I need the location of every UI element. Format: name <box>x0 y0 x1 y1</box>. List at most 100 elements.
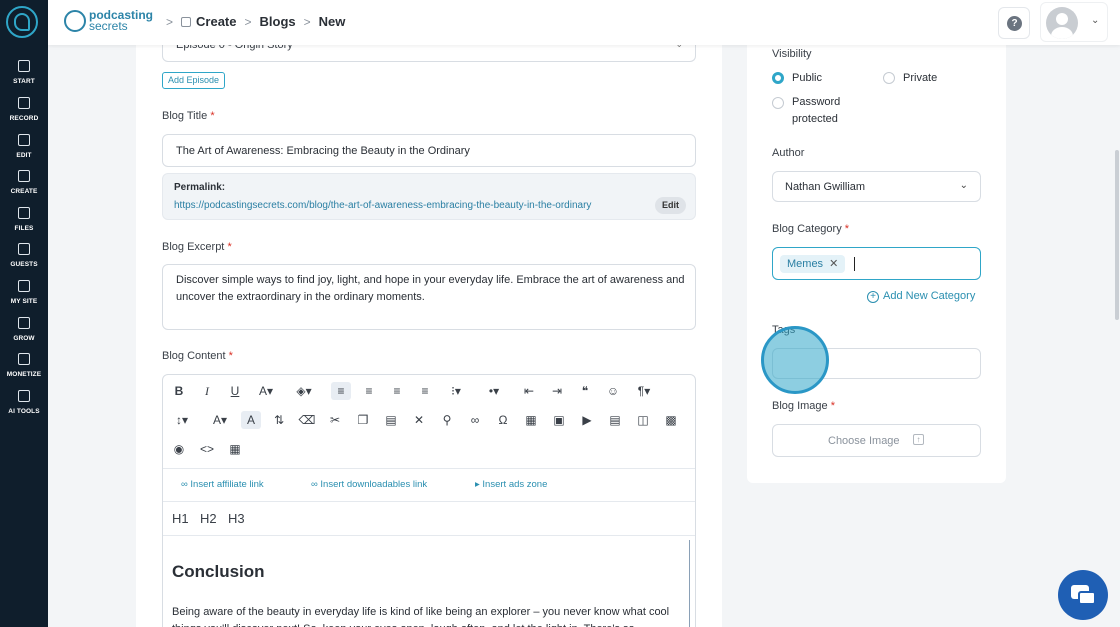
top-bar: podcasting secrets > Create > Blogs > Ne… <box>48 0 1120 45</box>
template-icon[interactable]: ◫ <box>633 411 653 429</box>
chevron-right-icon: > <box>303 14 311 29</box>
sidebar-item-monetize[interactable]: MONETIZE <box>0 353 48 383</box>
ai-tools-icon <box>18 390 30 402</box>
blog-excerpt-textarea[interactable]: Discover simple ways to find joy, light,… <box>162 264 696 330</box>
indent-icon[interactable]: ⇥ <box>547 382 567 400</box>
cut-icon[interactable]: ✂ <box>325 411 345 429</box>
breadcrumb-create[interactable]: Create <box>196 14 236 29</box>
select-all-icon[interactable]: ▦ <box>225 440 245 458</box>
paste-icon[interactable]: ▤ <box>381 411 401 429</box>
visibility-password-radio[interactable] <box>772 97 784 109</box>
align-center-icon[interactable]: ≡ <box>359 382 379 400</box>
italic-icon[interactable]: I <box>197 382 217 400</box>
emoji-icon[interactable]: ☺ <box>603 382 623 400</box>
visibility-password-label-1: Password <box>792 96 841 108</box>
align-right-icon[interactable]: ≡ <box>387 382 407 400</box>
chevron-down-icon: ⌄ <box>1091 15 1100 26</box>
create-icon <box>181 16 192 27</box>
visibility-private-label: Private <box>903 72 938 84</box>
heading-h3-button[interactable]: H3 <box>228 511 245 526</box>
quote-icon[interactable]: ❝ <box>575 382 595 400</box>
sidebar-item-label: MY SITE <box>10 298 38 305</box>
chat-widget-button[interactable] <box>1058 570 1108 620</box>
help-button[interactable]: ? <box>998 7 1030 39</box>
user-menu-button[interactable]: ⌄ <box>1040 2 1108 42</box>
blog-title-input[interactable]: The Art of Awareness: Embracing the Beau… <box>162 134 696 167</box>
align-justify-icon[interactable]: ≡ <box>415 382 435 400</box>
copy-icon[interactable]: ❐ <box>353 411 373 429</box>
file-icon[interactable]: ▤ <box>605 411 625 429</box>
grow-icon <box>18 317 30 329</box>
table-icon[interactable]: ▦ <box>521 411 541 429</box>
align-left-icon[interactable]: ≡ <box>331 382 351 400</box>
brand-logo[interactable]: podcasting secrets <box>63 7 163 37</box>
sidebar-item-my-site[interactable]: MY SITE <box>0 280 48 310</box>
outdent-icon[interactable]: ⇤ <box>519 382 539 400</box>
clear-format-icon[interactable]: A <box>241 411 261 429</box>
editor-toolbar-row-1: B I U A▾ ◈▾ ≡ ≡ ≡ ≡ ⁝▾ •▾ ⇤ ⇥ ❝ ☺ ¶▾ <box>163 377 695 405</box>
heading-h2-button[interactable]: H2 <box>200 511 217 526</box>
permalink-edit-button[interactable]: Edit <box>655 197 686 214</box>
choose-image-button[interactable]: Choose Image ↑ <box>772 424 981 457</box>
highlight-color-icon[interactable]: ◈▾ <box>291 382 317 400</box>
add-new-category-button[interactable]: + Add New Category <box>867 290 975 303</box>
chevron-right-icon: > <box>244 14 252 29</box>
app-logo-icon[interactable] <box>6 6 38 38</box>
heading-h1-button[interactable]: H1 <box>172 511 189 526</box>
author-select[interactable]: Nathan Gwilliam ⌄ <box>772 171 981 202</box>
blog-excerpt-label: Blog Excerpt * <box>162 241 232 253</box>
scrollbar-thumb[interactable] <box>1115 150 1119 320</box>
page-scrollbar[interactable] <box>1115 45 1120 627</box>
permalink-link[interactable]: https://podcastingsecrets.com/blog/the-a… <box>174 200 591 211</box>
video-icon[interactable]: ▶ <box>577 411 597 429</box>
sidebar-item-files[interactable]: FILES <box>0 207 48 237</box>
underline-icon[interactable]: U <box>225 382 245 400</box>
code-view-icon[interactable]: <> <box>197 440 217 458</box>
visibility-public-label: Public <box>792 72 822 84</box>
sidebar-item-ai-tools[interactable]: AI TOOLS <box>0 390 48 420</box>
bold-icon[interactable]: B <box>169 382 189 400</box>
brand-mark-icon <box>64 10 86 32</box>
font-size-icon[interactable]: A▾ <box>207 411 233 429</box>
line-spacing-icon[interactable]: ⇅ <box>269 411 289 429</box>
link-icon[interactable]: ∞ <box>465 411 485 429</box>
sidebar-item-edit[interactable]: EDIT <box>0 134 48 164</box>
remove-chip-icon[interactable]: ✕ <box>829 258 838 270</box>
insert-affiliate-link[interactable]: ∞ Insert affiliate link <box>181 479 264 490</box>
breadcrumb-blogs[interactable]: Blogs <box>260 14 296 29</box>
editor-toolbar-row-2: ↕▾ A▾ A ⇅ ⌫ ✂ ❐ ▤ ✕ ⚲ ∞ Ω ▦ ▣ ▶ ▤ ◫ ▩ <box>163 406 695 434</box>
special-character-icon[interactable]: Ω <box>493 411 513 429</box>
remove-format-icon[interactable]: ✕ <box>409 411 429 429</box>
visibility-private-radio[interactable] <box>883 72 895 84</box>
sidebar-item-grow[interactable]: GROW <box>0 317 48 347</box>
author-select-value: Nathan Gwilliam <box>785 181 866 193</box>
paragraph-format-icon[interactable]: ¶▾ <box>631 382 657 400</box>
unordered-list-icon[interactable]: •▾ <box>481 382 507 400</box>
sidebar-item-start[interactable]: START <box>0 60 48 90</box>
sidebar-item-guests[interactable]: GUESTS <box>0 243 48 273</box>
ordered-list-icon[interactable]: ⁝▾ <box>443 382 469 400</box>
visibility-public-radio[interactable] <box>772 72 784 84</box>
insert-downloadables-link[interactable]: ∞ Insert downloadables link <box>311 479 427 490</box>
breadcrumb: > Create > Blogs > New <box>158 14 345 29</box>
monetize-icon <box>18 353 30 365</box>
blog-category-input[interactable]: Memes ✕ <box>772 247 981 280</box>
insert-ads-zone[interactable]: ▸ Insert ads zone <box>475 479 547 490</box>
sidebar-item-create[interactable]: CREATE <box>0 170 48 200</box>
brand-name-line2: secrets <box>89 19 128 33</box>
sidebar-item-label: RECORD <box>9 115 39 122</box>
line-height-icon[interactable]: ↕▾ <box>169 411 195 429</box>
text-caret <box>854 257 855 271</box>
preview-eye-icon[interactable]: ◉ <box>169 440 189 458</box>
image-icon[interactable]: ▣ <box>549 411 569 429</box>
search-icon[interactable]: ⚲ <box>437 411 457 429</box>
add-episode-button[interactable]: Add Episode <box>162 72 226 89</box>
font-color-icon[interactable]: A▾ <box>253 382 279 400</box>
sidebar-item-label: GUESTS <box>10 261 38 268</box>
sidebar-item-record[interactable]: RECORD <box>0 97 48 127</box>
embed-icon[interactable]: ▩ <box>661 411 681 429</box>
eraser-icon[interactable]: ⌫ <box>297 411 317 429</box>
sidebar-item-label: MONETIZE <box>6 371 42 378</box>
editor-content-area[interactable]: Conclusion Being aware of the beauty in … <box>163 535 695 627</box>
chevron-right-icon: > <box>166 14 174 29</box>
